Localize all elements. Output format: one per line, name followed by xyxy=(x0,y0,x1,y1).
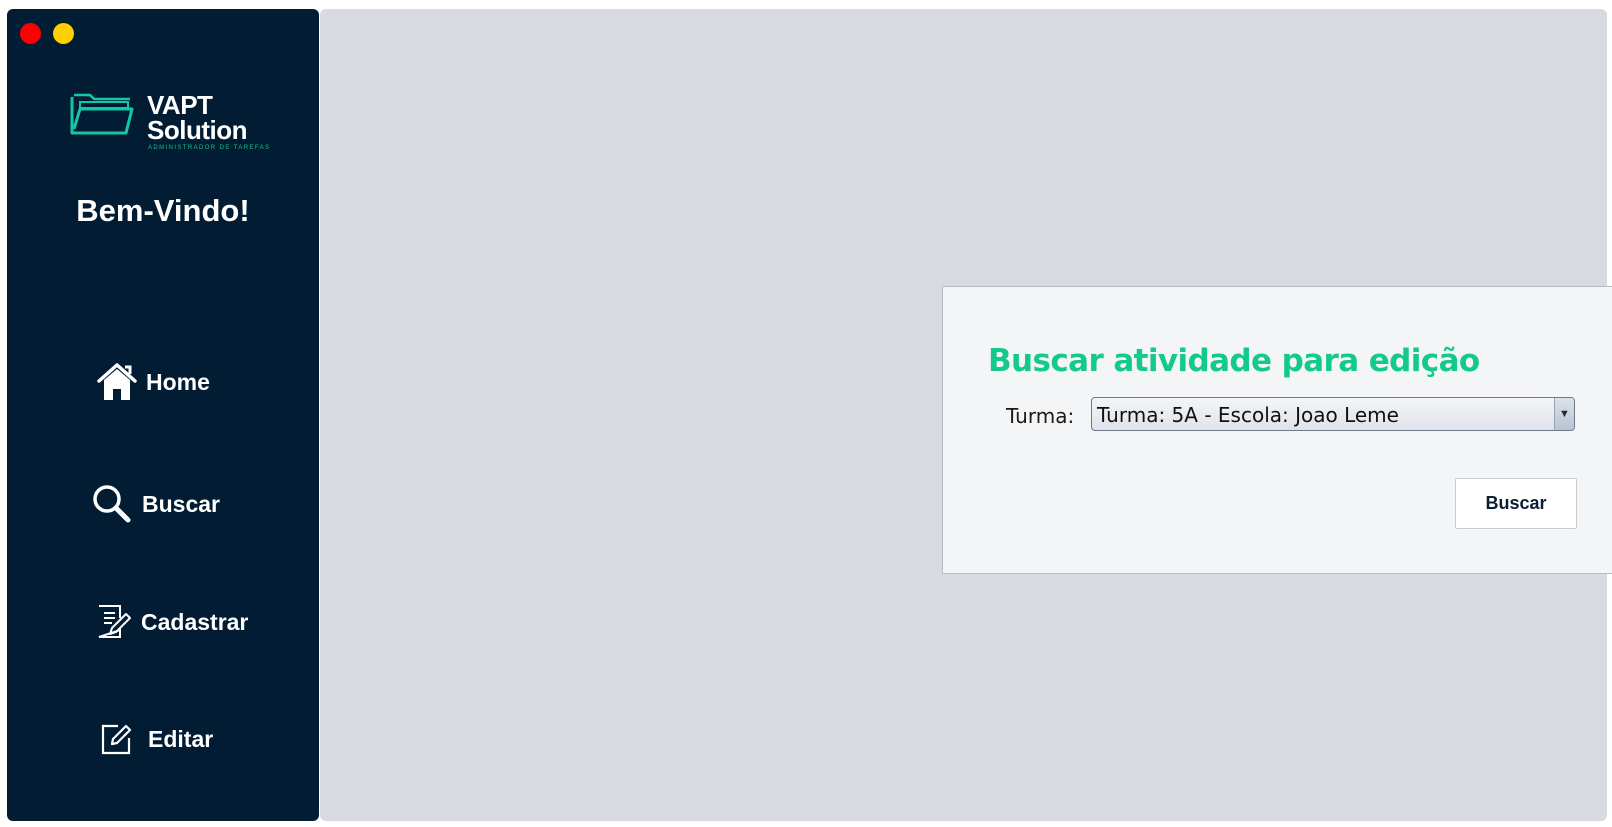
turma-select-value: Turma: 5A - Escola: Joao Leme xyxy=(1097,403,1399,427)
sidebar-item-label: Editar xyxy=(148,725,214,752)
panel-title: Buscar atividade para edição xyxy=(988,343,1480,379)
brand-tagline: ADMINISTRADOR DE TAREFAS xyxy=(148,145,271,151)
folder-icon xyxy=(70,93,134,135)
sidebar-item-cadastrar[interactable]: Cadastrar xyxy=(96,604,248,640)
sidebar-item-buscar[interactable]: Buscar xyxy=(91,483,220,525)
document-edit-icon xyxy=(98,605,131,638)
sidebar-item-label: Home xyxy=(146,368,210,395)
chevron-down-icon[interactable]: ▼ xyxy=(1554,398,1574,430)
welcome-heading: Bem-Vindo! xyxy=(76,193,250,228)
sidebar-item-editar[interactable]: Editar xyxy=(100,722,213,756)
turma-label: Turma: xyxy=(1006,404,1075,428)
sidebar-item-label: Buscar xyxy=(142,490,220,517)
brand-logo: VAPT Solution ADMINISTRADOR DE TAREFAS xyxy=(70,83,269,153)
main-content: Buscar atividade para edição Turma: Turm… xyxy=(320,9,1612,821)
brand-name-line2: Solution xyxy=(147,115,247,145)
search-icon xyxy=(93,485,131,523)
sidebar: VAPT Solution ADMINISTRADOR DE TAREFAS B… xyxy=(7,9,319,821)
edit-icon xyxy=(101,724,132,755)
window-minimize-button[interactable] xyxy=(53,23,74,44)
home-icon xyxy=(97,363,137,400)
sidebar-item-label: Cadastrar xyxy=(141,608,249,635)
buscar-button[interactable]: Buscar xyxy=(1455,478,1577,529)
sidebar-item-home[interactable]: Home xyxy=(97,363,210,401)
window-close-button[interactable] xyxy=(20,23,41,44)
turma-select[interactable]: Turma: 5A - Escola: Joao Leme ▼ xyxy=(1091,397,1575,431)
search-activity-panel: Buscar atividade para edição Turma: Turm… xyxy=(942,286,1612,574)
